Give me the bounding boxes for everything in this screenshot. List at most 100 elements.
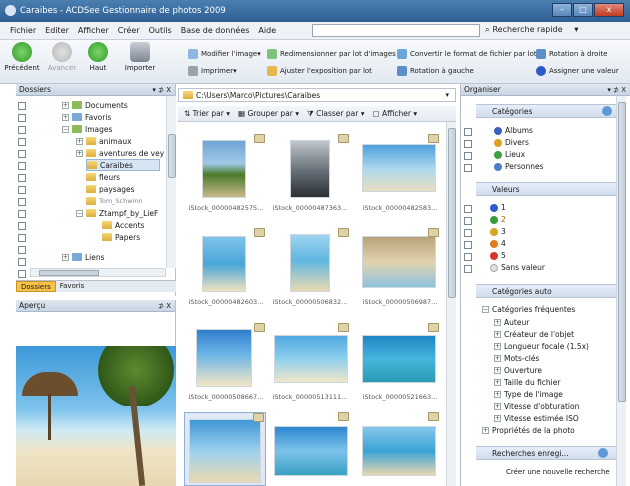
rotate-left-button[interactable]: Rotation à gauche (397, 66, 474, 76)
up-button[interactable]: Haut (78, 42, 118, 72)
auto-item[interactable]: + Vitesse d'obturation (494, 402, 579, 411)
auto-item[interactable]: + Auteur (494, 318, 529, 327)
assign-rating-button[interactable]: Assigner une valeur (536, 66, 619, 76)
organizer-controls[interactable]: ▾ ⊅ X (607, 86, 626, 94)
menu-afficher[interactable]: Afficher (78, 26, 109, 35)
tree-item-tom[interactable]: Tom_Schwinn (86, 195, 143, 207)
preview-controls[interactable]: ⊅ X (158, 302, 171, 310)
tab-dossiers[interactable]: Dossiers (16, 281, 56, 292)
rating-checkbox[interactable] (464, 205, 472, 213)
rating-none[interactable]: Sans valeur (490, 263, 545, 272)
rating-checkbox[interactable] (464, 229, 472, 237)
folders-horizontal-scrollbar[interactable] (30, 268, 166, 277)
command-input[interactable] (312, 24, 480, 37)
rating-checkbox[interactable] (464, 265, 472, 273)
thumbnail[interactable] (270, 412, 350, 486)
rating-checkbox[interactable] (464, 253, 472, 261)
category-albums[interactable]: Albums (494, 126, 533, 135)
maximize-button[interactable]: □ (573, 3, 593, 17)
path-bar[interactable]: C:\Users\Marco\Pictures\Caraibes ▾ (178, 88, 456, 102)
expand-icon[interactable]: + (76, 137, 83, 145)
rating-1[interactable]: 1 (490, 203, 506, 212)
thumbnail[interactable]: iStock_00000506832... (270, 228, 350, 308)
tree-item-aventures[interactable]: + aventures de vey (76, 147, 164, 159)
tree-item-liens[interactable]: + Liens (62, 251, 105, 263)
print-button[interactable]: Imprimer ▾ (188, 66, 237, 76)
folder-checkbox[interactable] (18, 270, 26, 278)
expand-icon[interactable]: + (62, 101, 69, 109)
category-checkbox[interactable] (464, 128, 472, 136)
edit-image-button[interactable]: Modifier l'image ▾ (188, 49, 261, 59)
expand-icon[interactable]: + (62, 253, 69, 261)
auto-item[interactable]: + Créateur de l'objet (494, 330, 574, 339)
tree-item-documents[interactable]: + Documents (62, 99, 128, 111)
expand-icon[interactable]: + (494, 355, 501, 362)
batch-convert-button[interactable]: Convertir le format de fichier par lot (397, 49, 537, 59)
collapse-icon[interactable]: − (482, 306, 489, 313)
thumbnail[interactable]: iStock_00000487363... (270, 134, 350, 214)
folder-checkbox[interactable] (18, 126, 26, 134)
folder-checkbox[interactable] (18, 222, 26, 230)
folder-checkbox[interactable] (18, 150, 26, 158)
folder-checkbox[interactable] (18, 234, 26, 242)
folder-checkbox[interactable] (18, 186, 26, 194)
category-personnes[interactable]: Personnes (494, 162, 543, 171)
auto-root-item[interactable]: − Catégories fréquentes (482, 305, 575, 314)
view-button[interactable]: ▢ Afficher ▾ (373, 109, 418, 118)
tree-item-accents[interactable]: Accents (102, 219, 144, 231)
rating-checkbox[interactable] (464, 217, 472, 225)
ratings-group-header[interactable]: Valeurs (476, 182, 624, 196)
group-by-button[interactable]: ▦ Grouper par ▾ (238, 109, 299, 118)
expand-icon[interactable]: + (494, 343, 501, 350)
tree-item-papers[interactable]: Papers (102, 231, 140, 243)
folder-checkbox[interactable] (18, 258, 26, 266)
rotate-right-button[interactable]: Rotation à droite (536, 49, 607, 59)
rating-4[interactable]: 4 (490, 239, 506, 248)
thumbnail[interactable]: iStock_00000482603... (186, 228, 266, 308)
thumbnail[interactable]: iStock_00000506987... (360, 228, 440, 308)
create-search-item[interactable]: Créer une nouvelle recherche (506, 468, 610, 476)
expand-icon[interactable]: + (76, 149, 83, 157)
rating-5[interactable]: 5 (490, 251, 506, 260)
category-lieux[interactable]: Lieux (494, 150, 525, 159)
batch-exposure-button[interactable]: Ajuster l'exposition par lot (267, 66, 372, 76)
category-checkbox[interactable] (464, 140, 472, 148)
organizer-vertical-scrollbar[interactable] (616, 96, 626, 486)
tree-item-images[interactable]: − Images (62, 123, 112, 135)
filter-by-button[interactable]: ⧩ Classer par ▾ (307, 109, 365, 119)
expand-icon[interactable]: + (482, 427, 489, 434)
tree-item-paysages[interactable]: paysages (86, 183, 135, 195)
scroll-thumb[interactable] (618, 102, 626, 402)
close-button[interactable]: x (594, 3, 624, 17)
expand-icon[interactable]: + (494, 331, 501, 338)
expand-icon[interactable]: + (494, 367, 501, 374)
expand-icon[interactable]: + (494, 319, 501, 326)
minimize-button[interactable]: – (552, 3, 572, 17)
expand-icon[interactable]: + (494, 403, 501, 410)
auto-item[interactable]: + Vitesse estimée ISO (494, 414, 579, 423)
thumbnail[interactable] (360, 412, 440, 486)
tab-favoris[interactable]: Favoris (56, 281, 89, 292)
scroll-thumb[interactable] (448, 128, 456, 298)
expand-icon[interactable]: + (494, 415, 501, 422)
folder-checkbox[interactable] (18, 138, 26, 146)
categories-group-header[interactable]: Catégories (476, 104, 624, 118)
forward-button[interactable]: Avancer (42, 42, 82, 72)
folders-controls[interactable]: ▾ ⊅ X (152, 86, 171, 94)
rating-3[interactable]: 3 (490, 227, 506, 236)
tree-item-caraibes-selected[interactable]: Caraibes (86, 159, 160, 171)
quick-search[interactable]: ⌕ Recherche rapide ▾ (485, 25, 579, 35)
expand-icon[interactable]: + (62, 113, 69, 121)
sort-by-button[interactable]: ⇅ Trier par ▾ (184, 109, 230, 118)
expand-icon[interactable]: + (494, 379, 501, 386)
tree-item-favoris[interactable]: + Favoris (62, 111, 111, 123)
folder-checkbox[interactable] (18, 102, 26, 110)
rating-checkbox[interactable] (464, 241, 472, 249)
folder-checkbox[interactable] (18, 198, 26, 206)
scroll-thumb[interactable] (168, 134, 176, 178)
auto-item[interactable]: + Type de l'image (494, 390, 563, 399)
menu-editer[interactable]: Editer (45, 26, 69, 35)
folder-checkbox[interactable] (18, 246, 26, 254)
category-checkbox[interactable] (464, 164, 472, 172)
folder-checkbox[interactable] (18, 162, 26, 170)
